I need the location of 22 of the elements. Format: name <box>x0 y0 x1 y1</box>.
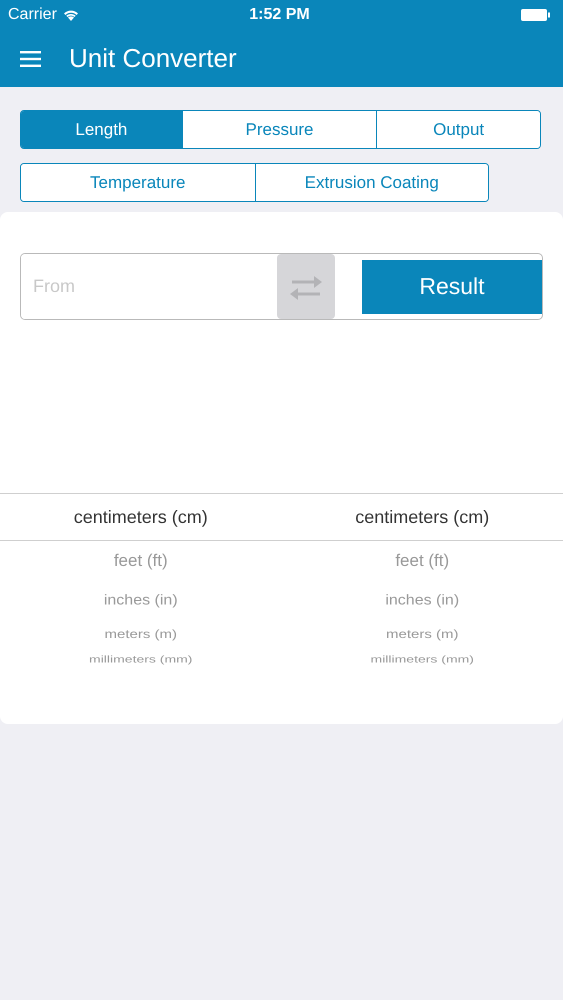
unit-tab[interactable]: Length <box>21 111 182 148</box>
unit-picker-option[interactable]: meters (m) <box>104 624 177 646</box>
unit-picker-option[interactable]: inches (in) <box>104 583 178 619</box>
menu-icon[interactable] <box>20 50 41 66</box>
result-button[interactable]: Result <box>362 260 542 314</box>
unit-picker-selected[interactable]: centimeters (cm) <box>0 494 282 540</box>
wifi-icon <box>62 9 79 21</box>
app-title: Unit Converter <box>69 43 237 74</box>
unit-picker-option[interactable]: millimeters (mm) <box>89 652 192 666</box>
unit-picker-option[interactable]: inches (in) <box>385 583 460 619</box>
unit-picker-option[interactable]: feet (ft) <box>114 541 168 581</box>
clock-time: 1:52 PM <box>249 6 310 24</box>
battery-icon <box>521 8 551 22</box>
unit-picker-option[interactable]: feet (ft) <box>395 541 450 581</box>
unit-tab[interactable]: Temperature <box>21 164 254 201</box>
unit-picker-selected[interactable]: centimeters (cm) <box>282 494 563 540</box>
unit-tab[interactable]: Extrusion Coating <box>254 164 488 201</box>
unit-picker-option[interactable]: meters (m) <box>386 624 458 646</box>
unit-tab[interactable]: Pressure <box>182 111 376 148</box>
unit-picker-option[interactable]: millimeters (mm) <box>370 652 474 666</box>
carrier-label: Carrier <box>8 6 57 24</box>
unit-tab[interactable]: Output <box>376 111 540 148</box>
